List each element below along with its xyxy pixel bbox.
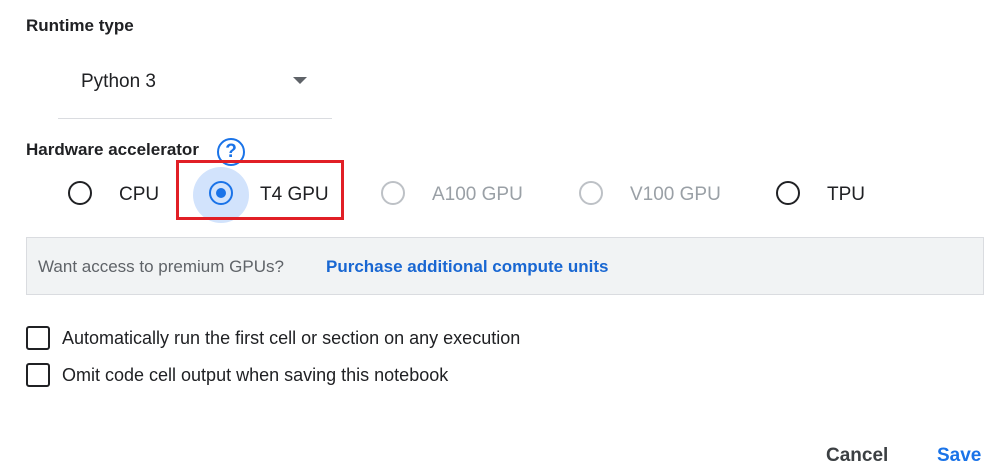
radio-option-cpu[interactable]: CPU [68, 175, 168, 215]
radio-option-tpu[interactable]: TPU [776, 175, 876, 215]
omit-output-option[interactable]: Omit code cell output when saving this n… [26, 363, 486, 389]
radio-button-a100-gpu [381, 181, 405, 205]
caret-down-icon [293, 77, 307, 84]
cancel-button[interactable]: Cancel [826, 444, 888, 468]
runtime-type-heading: Runtime type [26, 16, 134, 35]
radio-option-a100-gpu: A100 GPU [381, 175, 541, 215]
radio-label-cpu: CPU [119, 184, 160, 205]
runtime-type-select[interactable]: Python 3 [58, 56, 332, 119]
banner-text: Want access to premium GPUs? [38, 257, 284, 276]
auto-run-first-cell-option[interactable]: Automatically run the first cell or sect… [26, 326, 586, 352]
selection-highlight-box [176, 160, 344, 220]
auto-run-label: Automatically run the first cell or sect… [62, 328, 521, 348]
hardware-accelerator-heading: Hardware accelerator [26, 140, 199, 159]
radio-label-tpu: TPU [827, 184, 865, 205]
radio-button-v100-gpu [579, 181, 603, 205]
auto-run-checkbox[interactable] [26, 326, 50, 350]
save-button[interactable]: Save [937, 444, 981, 468]
radio-button-cpu[interactable] [68, 181, 92, 205]
radio-button-tpu[interactable] [776, 181, 800, 205]
omit-output-label: Omit code cell output when saving this n… [62, 365, 449, 385]
premium-gpu-banner: Want access to premium GPUs? Purchase ad… [26, 237, 984, 295]
radio-label-v100-gpu: V100 GPU [630, 184, 721, 205]
runtime-type-value: Python 3 [81, 71, 156, 92]
radio-label-a100-gpu: A100 GPU [432, 184, 523, 205]
radio-option-v100-gpu: V100 GPU [579, 175, 739, 215]
purchase-compute-units-link[interactable]: Purchase additional compute units [326, 257, 608, 277]
omit-output-checkbox[interactable] [26, 363, 50, 387]
